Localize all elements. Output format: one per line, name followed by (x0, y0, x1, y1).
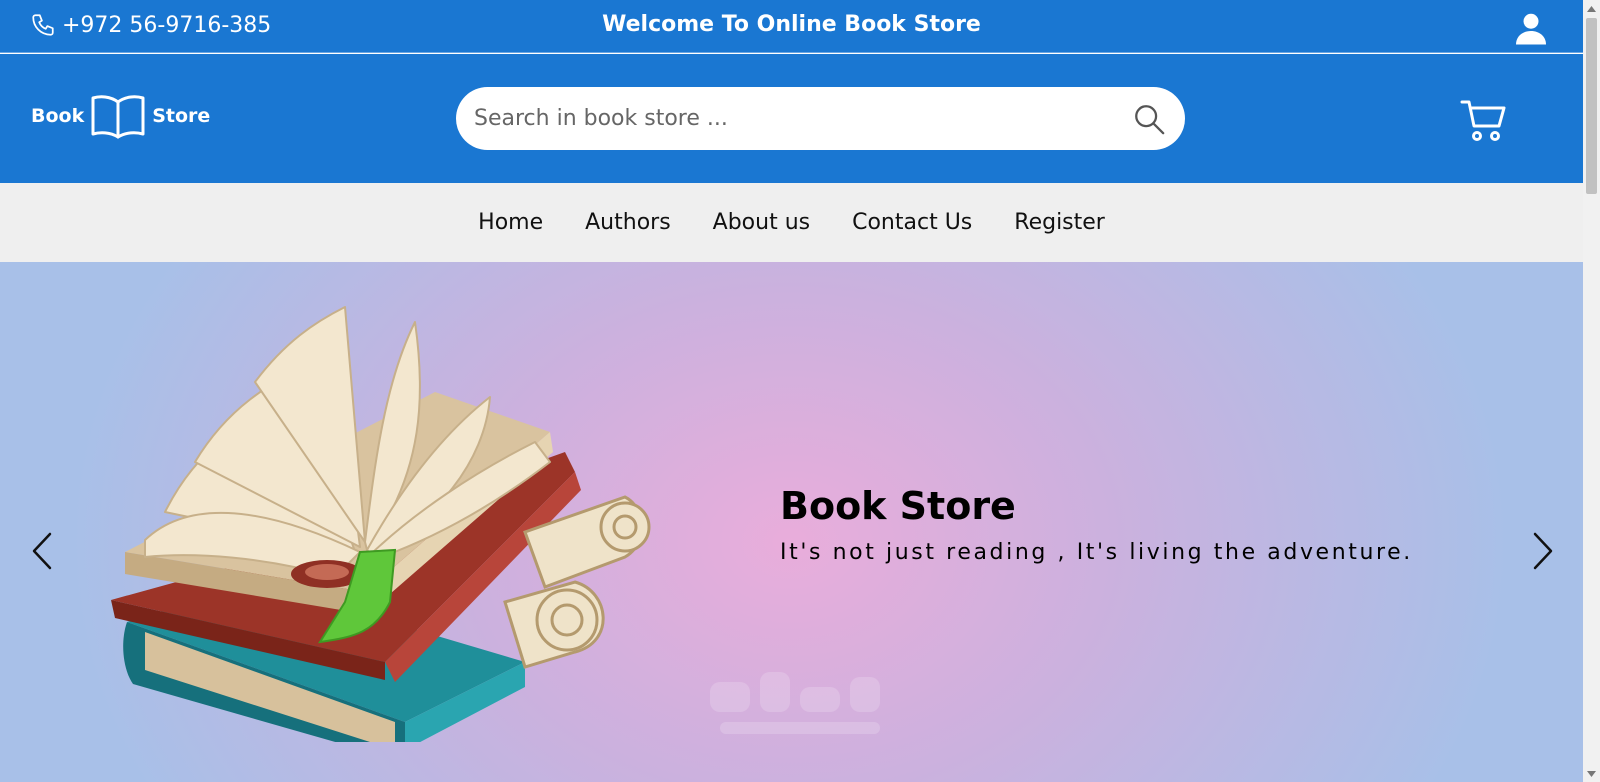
logo-text-book: Book (31, 105, 85, 127)
welcome-text: Welcome To Online Book Store (602, 12, 981, 37)
scrollbar-thumb[interactable] (1586, 18, 1597, 194)
nav-contact-us[interactable]: Contact Us (852, 210, 972, 235)
hero-title: Book Store (780, 484, 1016, 528)
nav-register[interactable]: Register (1014, 210, 1105, 235)
logo[interactable]: Book Store (31, 93, 210, 139)
page: +972 56-9716-385 Welcome To Online Book … (0, 0, 1583, 782)
user-icon[interactable] (1513, 10, 1549, 46)
logo-text-store: Store (152, 105, 211, 127)
hero-carousel: Book Store It's not just reading , It's … (0, 262, 1583, 782)
books-illustration (111, 306, 651, 742)
vertical-scrollbar[interactable] (1583, 0, 1600, 782)
header: Book Store (0, 54, 1583, 183)
search-button[interactable] (1131, 101, 1167, 137)
nav-home[interactable]: Home (478, 210, 543, 235)
scroll-down-icon[interactable] (1583, 765, 1600, 782)
phone-icon (32, 14, 54, 36)
search-input[interactable] (474, 106, 1131, 131)
hero-subtitle: It's not just reading , It's living the … (780, 540, 1413, 565)
chevron-left-icon[interactable] (30, 530, 56, 572)
main-nav: Home Authors About us Contact Us Registe… (0, 183, 1583, 262)
scroll-up-icon[interactable] (1583, 0, 1600, 17)
nav-authors[interactable]: Authors (585, 210, 671, 235)
cart-icon[interactable] (1459, 97, 1507, 145)
watermark-logo (710, 672, 880, 734)
chevron-right-icon[interactable] (1529, 530, 1555, 572)
nav-about-us[interactable]: About us (713, 210, 810, 235)
phone-contact[interactable]: +972 56-9716-385 (30, 12, 271, 38)
open-book-icon (91, 95, 145, 139)
search-icon (1135, 104, 1165, 134)
search-bar (456, 87, 1185, 150)
top-bar: +972 56-9716-385 Welcome To Online Book … (0, 0, 1583, 53)
phone-number: +972 56-9716-385 (62, 12, 272, 38)
